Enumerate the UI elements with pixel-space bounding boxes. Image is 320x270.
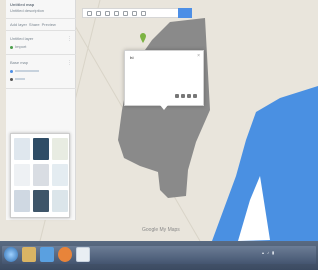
basemap-swatch-icon bbox=[10, 69, 13, 73]
volume-icon[interactable]: ♪ bbox=[267, 250, 269, 255]
marker-tool-icon[interactable] bbox=[114, 10, 119, 16]
basemap-thumb-light[interactable] bbox=[14, 164, 30, 186]
basemap-swatch-icon bbox=[10, 77, 13, 81]
basemap-thumb-dark[interactable] bbox=[33, 190, 49, 212]
search-button[interactable] bbox=[178, 8, 192, 18]
media-icon[interactable] bbox=[40, 247, 54, 262]
kebab-menu-icon[interactable]: ⋮ bbox=[67, 60, 72, 66]
share-link[interactable]: Share bbox=[29, 23, 40, 27]
battery-icon[interactable]: ▮ bbox=[272, 250, 274, 255]
map-marker-icon[interactable] bbox=[140, 33, 146, 43]
undo-icon[interactable] bbox=[87, 10, 92, 16]
basemap-header[interactable]: Base map bbox=[10, 60, 28, 66]
panel-divider bbox=[6, 30, 76, 31]
layer-header[interactable]: Untitled layer bbox=[10, 36, 33, 42]
panel-menu-row[interactable]: Add layer Share Preview bbox=[10, 22, 56, 28]
popup-title: hi bbox=[130, 55, 134, 60]
basemap-label-line bbox=[15, 70, 39, 72]
basemap-thumb-satellite[interactable] bbox=[33, 138, 49, 160]
add-layer-link[interactable]: Add layer bbox=[10, 23, 27, 27]
hand-icon[interactable] bbox=[105, 10, 110, 16]
basemap-label-line bbox=[15, 78, 25, 80]
close-icon[interactable]: × bbox=[197, 53, 200, 59]
layer-dot-icon bbox=[10, 45, 13, 49]
layer-import-label[interactable]: Import bbox=[15, 45, 26, 49]
preview-link[interactable]: Preview bbox=[42, 23, 56, 27]
line-tool-icon[interactable] bbox=[123, 10, 128, 16]
firefox-icon[interactable] bbox=[58, 247, 72, 262]
edit-icon[interactable] bbox=[181, 94, 185, 98]
filter-icon[interactable] bbox=[187, 94, 191, 98]
panel-divider bbox=[6, 88, 76, 89]
basemap-thumb-mono[interactable] bbox=[33, 164, 49, 186]
delete-icon[interactable] bbox=[193, 94, 197, 98]
map-title[interactable]: Untitled map bbox=[10, 3, 34, 7]
basemap-row[interactable] bbox=[10, 76, 25, 82]
style-icon[interactable] bbox=[175, 94, 179, 98]
ruler-icon[interactable] bbox=[141, 10, 146, 16]
start-button[interactable] bbox=[4, 247, 18, 262]
explorer-icon[interactable] bbox=[22, 247, 36, 262]
basemap-thumb-atlas[interactable] bbox=[14, 190, 30, 212]
layer-row[interactable]: Import bbox=[10, 44, 26, 50]
panel-divider bbox=[6, 54, 76, 55]
feature-info-popup: hi × bbox=[124, 50, 204, 106]
basemap-title: Base map bbox=[10, 60, 29, 65]
layer-title[interactable]: Untitled layer bbox=[10, 37, 33, 41]
system-tray: ▴ ♪ ▮ bbox=[262, 250, 274, 255]
basemap-thumb-simple[interactable] bbox=[52, 164, 68, 186]
kebab-menu-icon[interactable]: ⋮ bbox=[67, 36, 72, 42]
basemap-gallery bbox=[10, 133, 70, 218]
map-logo: Google My Maps bbox=[142, 227, 180, 233]
chrome-icon[interactable] bbox=[76, 247, 90, 262]
popup-pointer bbox=[160, 105, 168, 110]
basemap-thumb-whitewater[interactable] bbox=[52, 190, 68, 212]
basemap-thumb-terrain[interactable] bbox=[52, 138, 68, 160]
basemap-row[interactable] bbox=[10, 68, 39, 74]
map-description[interactable]: Untitled description bbox=[10, 9, 44, 13]
map-toolbar bbox=[82, 8, 192, 18]
route-tool-icon[interactable] bbox=[132, 10, 137, 16]
popup-toolbar bbox=[175, 94, 197, 98]
panel-divider bbox=[6, 18, 76, 19]
redo-icon[interactable] bbox=[96, 10, 101, 16]
network-icon[interactable]: ▴ bbox=[262, 250, 264, 255]
basemap-thumb-map[interactable] bbox=[14, 138, 30, 160]
